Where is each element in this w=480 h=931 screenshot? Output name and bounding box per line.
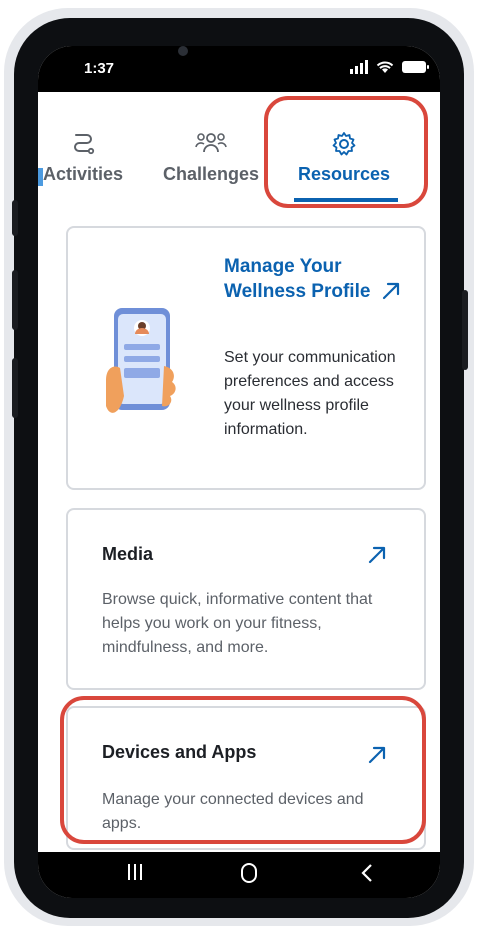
phone-side-button [12,270,18,330]
status-icons [350,60,429,74]
tab-label: Activities [42,164,124,184]
wellness-profile-card[interactable]: Manage Your Wellness Profile Set your co… [66,226,426,490]
route-icon [74,134,95,155]
devices-and-apps-highlight [60,696,426,844]
card-description: Set your communication preferences and a… [224,349,396,438]
external-arrow-icon [382,282,400,300]
signal-icon [350,60,368,74]
android-navigation-bar [38,852,440,898]
recent-apps-icon[interactable] [120,862,150,888]
phone-side-button [12,358,18,418]
phone-side-button [12,200,18,236]
status-time: 1:37 [84,60,115,77]
media-card[interactable]: Media Browse quick, informative content … [66,508,426,690]
card-title: Media [102,544,154,564]
back-icon[interactable] [352,862,382,888]
battery-icon [402,61,429,73]
tab-label: Challenges [162,164,260,184]
wifi-icon [376,61,394,73]
camera-icon [178,46,188,56]
card-description: Browse quick, informative content that h… [102,591,373,656]
tab-activities[interactable]: Activities [38,92,128,202]
group-icon [195,133,227,153]
tab-challenges[interactable]: Challenges [156,92,266,202]
phone-side-button [462,290,468,370]
phone-profile-illustration [106,308,176,413]
resources-tab-highlight [264,96,428,208]
status-bar: 1:37 [38,46,440,92]
home-icon[interactable] [234,862,264,888]
external-arrow-icon [368,546,386,564]
card-title: Manage Your Wellness Profile [224,256,371,302]
